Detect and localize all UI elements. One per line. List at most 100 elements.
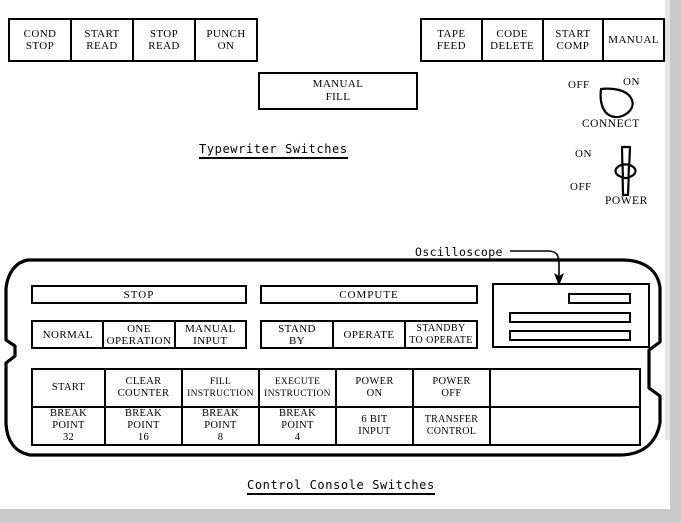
button-tape-feed[interactable]: TAPE FEED bbox=[422, 20, 483, 60]
console-button-normal[interactable]: NORMAL bbox=[33, 322, 105, 347]
button-stop-read[interactable]: STOP READ bbox=[134, 20, 196, 60]
console-main-grid-top-row: START CLEAR COUNTER FILL INSTRUCTION EXE… bbox=[33, 370, 639, 408]
console-button-break-point-8-line1: BREAK bbox=[201, 408, 240, 419]
rotary-knob-icon[interactable] bbox=[598, 87, 636, 119]
console-button-manual-input-line1: MANUAL bbox=[184, 322, 236, 335]
control-console-switches-caption: Control Console Switches bbox=[247, 478, 435, 495]
console-button-break-point-16-line2: POINT bbox=[127, 420, 160, 431]
scan-edge-right-band bbox=[670, 0, 681, 523]
console-button-operate-line1: OPERATE bbox=[343, 328, 395, 341]
button-stop-read-line2: READ bbox=[148, 40, 180, 52]
button-start-comp-line1: START bbox=[555, 28, 591, 40]
console-button-6-bit-input-line2: INPUT bbox=[358, 426, 391, 437]
console-button-break-point-8-line3: 8 bbox=[217, 432, 224, 443]
console-button-break-point-32[interactable]: BREAK POINT 32 bbox=[33, 408, 106, 444]
console-button-clear-counter-line1: CLEAR bbox=[125, 376, 162, 387]
power-on-label: ON bbox=[575, 148, 592, 160]
console-button-clear-counter-line2: COUNTER bbox=[117, 388, 170, 399]
console-button-break-point-8[interactable]: BREAK POINT 8 bbox=[183, 408, 260, 444]
button-code-delete[interactable]: CODE DELETE bbox=[482, 20, 544, 60]
console-button-break-point-16-line3: 16 bbox=[137, 432, 150, 443]
console-button-normal-line1: NORMAL bbox=[42, 328, 93, 341]
button-tape-feed-line1: TAPE bbox=[437, 28, 466, 40]
button-cond-stop[interactable]: COND STOP bbox=[10, 20, 72, 60]
console-main-switch-grid: START CLEAR COUNTER FILL INSTRUCTION EXE… bbox=[31, 368, 641, 446]
console-button-standby-to-operate-line1: STANDBY bbox=[416, 322, 466, 334]
console-button-fill-instruction-line2: INSTRUCTION bbox=[187, 389, 254, 399]
console-button-break-point-4[interactable]: BREAK POINT 4 bbox=[260, 408, 337, 444]
button-cond-stop-line2: STOP bbox=[25, 40, 55, 52]
button-stop-read-line1: STOP bbox=[149, 28, 179, 40]
diagram-page: COND STOP START READ STOP READ PUNCH ON … bbox=[0, 0, 681, 523]
console-button-transfer-control-line1: TRANSFER bbox=[424, 414, 479, 425]
button-code-delete-line2: DELETE bbox=[490, 40, 535, 52]
console-button-operate[interactable]: OPERATE bbox=[334, 322, 406, 347]
power-switch-name: POWER bbox=[605, 195, 648, 207]
button-manual-fill-line1: MANUAL bbox=[312, 78, 364, 90]
connect-off-label: OFF bbox=[568, 79, 590, 91]
console-button-power-on-line2: ON bbox=[366, 388, 383, 399]
button-punch-on[interactable]: PUNCH ON bbox=[196, 20, 256, 60]
console-button-standby-to-operate-line2: TO OPERATE bbox=[409, 334, 473, 346]
console-button-power-off[interactable]: POWER OFF bbox=[414, 370, 491, 406]
console-button-one-operation-line2: OPERATION bbox=[106, 334, 172, 347]
oscilloscope-trace-bar-2 bbox=[509, 312, 631, 323]
console-button-one-operation[interactable]: ONE OPERATION bbox=[104, 322, 176, 347]
console-button-break-point-32-line3: 32 bbox=[62, 432, 75, 443]
console-compute-header-label: COMPUTE bbox=[339, 288, 399, 301]
button-punch-on-line2: ON bbox=[217, 40, 235, 52]
typewriter-right-button-bank: TAPE FEED CODE DELETE START COMP MANUAL bbox=[420, 18, 665, 62]
console-button-stand-by[interactable]: STAND BY bbox=[262, 322, 334, 347]
button-start-read-line2: READ bbox=[86, 40, 118, 52]
console-button-break-point-4-line2: POINT bbox=[281, 420, 314, 431]
oscilloscope-panel[interactable] bbox=[492, 283, 650, 348]
console-main-grid-bottom-row: BREAK POINT 32 BREAK POINT 16 BREAK POIN… bbox=[33, 408, 639, 444]
console-button-fill-instruction[interactable]: FILL INSTRUCTION bbox=[183, 370, 260, 406]
console-button-break-point-4-line3: 4 bbox=[294, 432, 301, 443]
console-button-stand-by-line1: STAND bbox=[278, 322, 316, 335]
console-button-power-on-line1: POWER bbox=[355, 376, 394, 387]
console-button-clear-counter[interactable]: CLEAR COUNTER bbox=[106, 370, 183, 406]
button-start-comp[interactable]: START COMP bbox=[543, 20, 605, 60]
console-button-execute-instruction-line1: EXECUTE bbox=[274, 377, 321, 387]
typewriter-switches-caption: Typewriter Switches bbox=[199, 142, 348, 159]
typewriter-left-button-bank: COND STOP START READ STOP READ PUNCH ON bbox=[8, 18, 258, 62]
button-start-read[interactable]: START READ bbox=[72, 20, 134, 60]
oscilloscope-trace-bar-3 bbox=[509, 330, 631, 341]
console-button-one-operation-line1: ONE bbox=[127, 322, 151, 335]
console-button-6-bit-input-line1: 6 BIT bbox=[361, 414, 388, 425]
console-stop-header[interactable]: STOP bbox=[31, 285, 247, 304]
power-off-label: OFF bbox=[570, 181, 592, 193]
oscilloscope-trace-bar-1 bbox=[568, 293, 631, 304]
scan-edge-bottom-band bbox=[0, 509, 681, 523]
connect-switch-name: CONNECT bbox=[582, 118, 640, 130]
button-code-delete-line1: CODE bbox=[496, 28, 528, 40]
toggle-lever-icon[interactable] bbox=[611, 145, 641, 197]
console-button-break-point-4-line1: BREAK bbox=[278, 408, 317, 419]
button-manual[interactable]: MANUAL bbox=[604, 20, 663, 60]
console-button-transfer-control[interactable]: TRANSFER CONTROL bbox=[414, 408, 491, 444]
console-button-6-bit-input[interactable]: 6 BIT INPUT bbox=[337, 408, 414, 444]
console-button-break-point-16[interactable]: BREAK POINT 16 bbox=[106, 408, 183, 444]
button-manual-fill[interactable]: MANUAL FILL bbox=[258, 72, 418, 110]
console-button-stand-by-line2: BY bbox=[288, 334, 306, 347]
button-punch-on-line1: PUNCH bbox=[206, 28, 246, 40]
console-button-power-off-line2: OFF bbox=[441, 388, 462, 399]
console-button-break-point-8-line2: POINT bbox=[204, 420, 237, 431]
console-button-execute-instruction[interactable]: EXECUTE INSTRUCTION bbox=[260, 370, 337, 406]
button-manual-fill-line2: FILL bbox=[325, 91, 351, 103]
console-compute-mode-row: STAND BY OPERATE STANDBY TO OPERATE bbox=[260, 320, 478, 349]
console-button-start-line1: START bbox=[51, 382, 86, 393]
console-button-standby-to-operate[interactable]: STANDBY TO OPERATE bbox=[406, 322, 476, 347]
console-button-power-on[interactable]: POWER ON bbox=[337, 370, 414, 406]
console-button-manual-input[interactable]: MANUAL INPUT bbox=[175, 322, 245, 347]
console-button-transfer-control-line2: CONTROL bbox=[426, 426, 477, 437]
console-stop-header-label: STOP bbox=[123, 288, 155, 301]
power-switch-group: ON OFF POWER bbox=[565, 145, 675, 207]
console-button-execute-instruction-line2: INSTRUCTION bbox=[264, 389, 331, 399]
console-button-start[interactable]: START bbox=[33, 370, 106, 406]
button-manual-label: MANUAL bbox=[608, 34, 659, 46]
console-button-manual-input-line2: INPUT bbox=[193, 334, 228, 347]
console-compute-header[interactable]: COMPUTE bbox=[260, 285, 478, 304]
console-button-break-point-32-line2: POINT bbox=[52, 420, 85, 431]
